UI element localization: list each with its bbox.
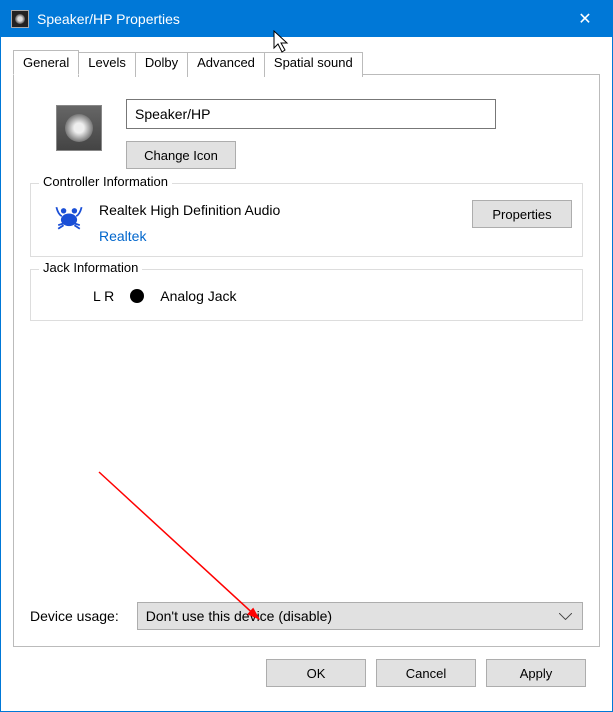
device-usage-label: Device usage:	[30, 608, 119, 624]
tab-strip: General Levels Dolby Advanced Spatial so…	[13, 50, 600, 75]
content-area: General Levels Dolby Advanced Spatial so…	[1, 37, 612, 711]
tab-dolby[interactable]: Dolby	[135, 52, 188, 77]
realtek-icon	[51, 200, 87, 236]
apply-button[interactable]: Apply	[486, 659, 586, 687]
tab-advanced[interactable]: Advanced	[187, 52, 265, 77]
device-name-input[interactable]	[126, 99, 496, 129]
jack-color-icon	[130, 289, 144, 303]
change-icon-button[interactable]: Change Icon	[126, 141, 236, 169]
tab-levels[interactable]: Levels	[78, 52, 136, 77]
properties-dialog: Speaker/HP Properties ✕ General Levels D…	[0, 0, 613, 712]
tab-spatial-sound[interactable]: Spatial sound	[264, 52, 363, 77]
controller-legend: Controller Information	[39, 174, 172, 189]
controller-group: Controller Information Realtek High Defi…	[30, 183, 583, 257]
device-icon	[56, 105, 102, 151]
jack-type: Analog Jack	[160, 288, 236, 304]
device-usage-select[interactable]: Don't use this device (disable)	[137, 602, 583, 630]
jack-legend: Jack Information	[39, 260, 142, 275]
controller-properties-button[interactable]: Properties	[472, 200, 572, 228]
controller-name: Realtek High Definition Audio	[99, 202, 460, 218]
window-title: Speaker/HP Properties	[37, 11, 560, 27]
speaker-icon	[11, 10, 29, 28]
jack-group: Jack Information L R Analog Jack	[30, 269, 583, 321]
titlebar[interactable]: Speaker/HP Properties ✕	[1, 1, 612, 37]
close-button[interactable]: ✕	[560, 1, 610, 37]
ok-button[interactable]: OK	[266, 659, 366, 687]
controller-vendor-link[interactable]: Realtek	[99, 228, 460, 244]
cancel-button[interactable]: Cancel	[376, 659, 476, 687]
tab-general[interactable]: General	[13, 50, 79, 75]
general-panel: Change Icon Controller Information	[13, 74, 600, 647]
dialog-buttons: OK Cancel Apply	[13, 647, 600, 701]
jack-channels: L R	[93, 288, 114, 304]
